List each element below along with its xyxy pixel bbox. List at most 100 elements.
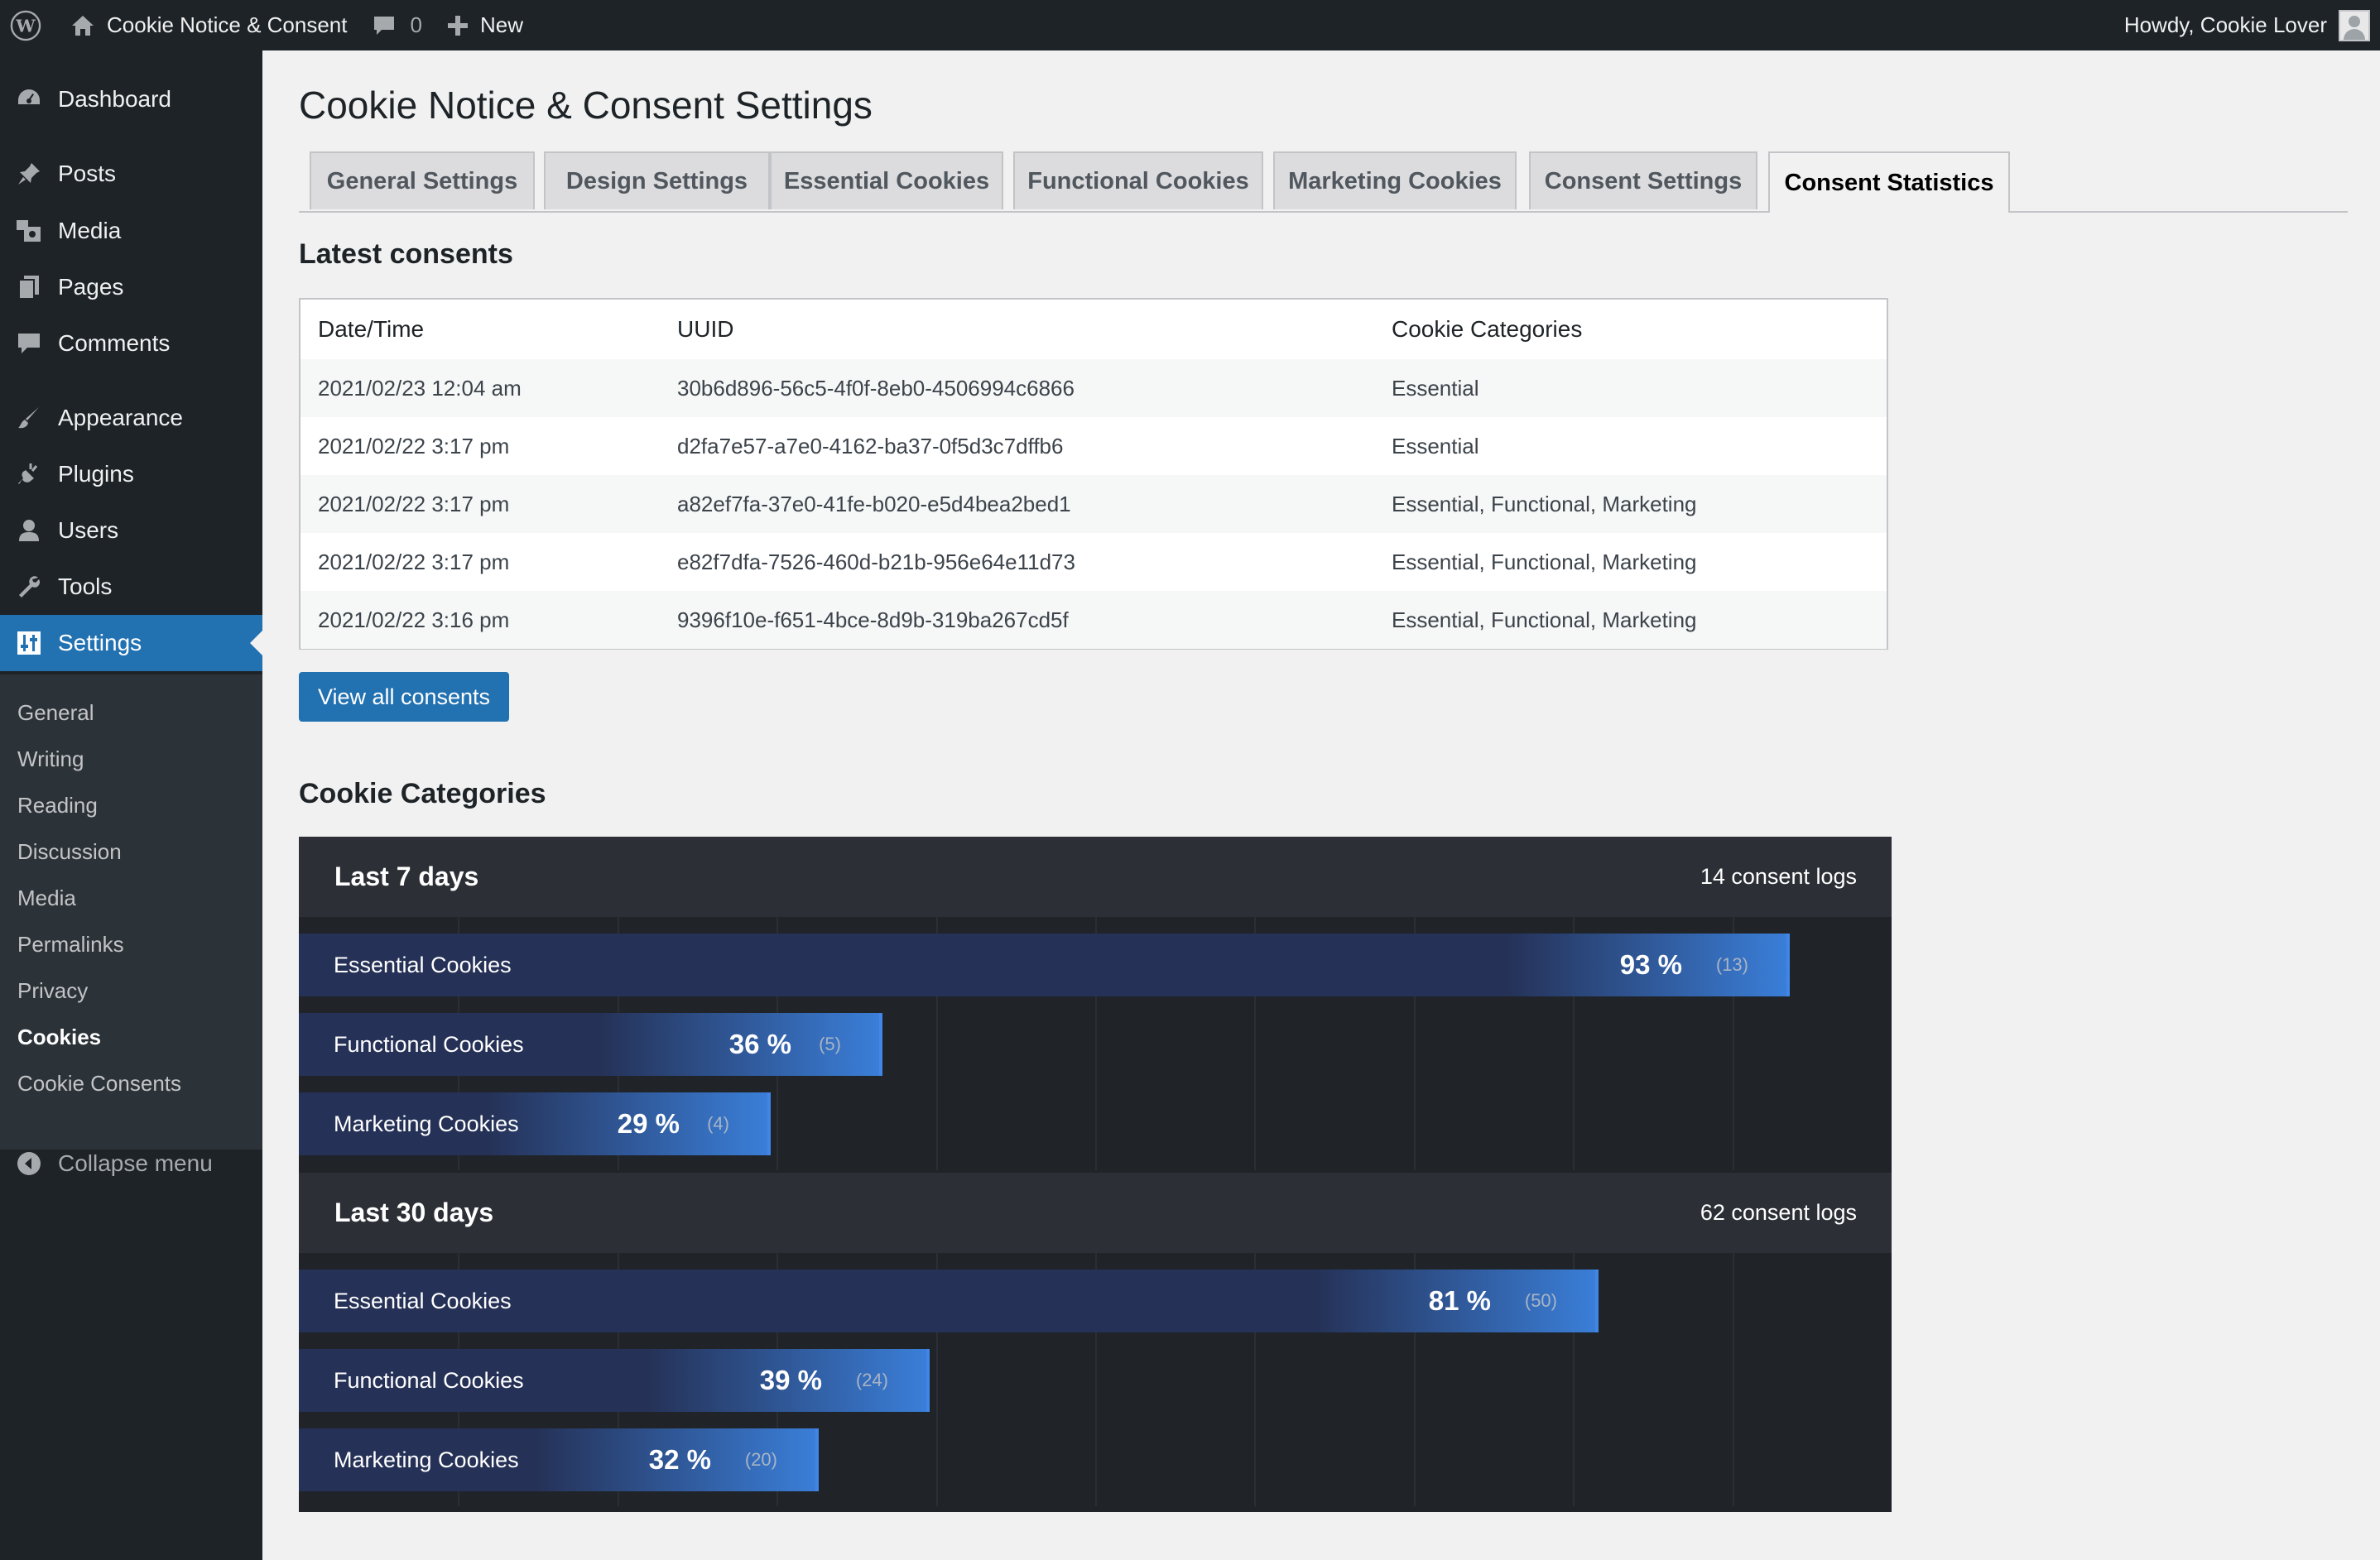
comments-link[interactable]: 0 <box>359 0 434 50</box>
category-bar-count: (20) <box>744 1449 777 1470</box>
sidebar-item-plugins[interactable]: Plugins <box>0 449 262 500</box>
category-bar-count: (5) <box>819 1034 841 1054</box>
comment-bubble-icon <box>374 16 395 35</box>
admin-sidebar: Dashboard Posts Media Pages Comments App… <box>0 50 262 1560</box>
category-bar: Essential Cookies (13) 93 % <box>299 934 1790 996</box>
submenu-item-general[interactable]: General <box>17 700 94 726</box>
row-datetime: 2021/02/22 3:17 pm <box>318 491 510 516</box>
tab-functional-cookies[interactable]: Functional Cookies <box>1013 151 1263 209</box>
home-icon <box>72 15 94 36</box>
collapse-arrow-icon <box>0 1150 58 1177</box>
settings-icon <box>0 631 58 655</box>
cookie-categories-heading: Cookie Categories <box>299 778 546 809</box>
comment-icon <box>0 330 58 357</box>
sidebar-item-media[interactable]: Media <box>0 205 262 257</box>
collapse-menu-label: Collapse menu <box>58 1150 213 1176</box>
category-bar: Marketing Cookies (4) 29 % <box>299 1092 771 1155</box>
sidebar-item-settings[interactable]: Settings <box>0 615 262 671</box>
wordpress-logo-icon[interactable]: W <box>0 0 58 50</box>
new-content-link[interactable]: New <box>435 0 536 50</box>
site-name-link[interactable]: Cookie Notice & Consent <box>58 0 359 50</box>
row-categories: Essential, Functional, Marketing <box>1392 491 1697 516</box>
collapse-menu-button[interactable]: Collapse menu <box>0 1138 262 1189</box>
submenu-item-writing[interactable]: Writing <box>17 746 84 772</box>
sidebar-item-label: Appearance <box>58 405 184 430</box>
table-row: 2021/02/23 12:04 am 30b6d896-56c5-4f0f-8… <box>301 359 1887 417</box>
table-row: 2021/02/22 3:17 pm e82f7dfa-7526-460d-b2… <box>301 533 1887 591</box>
sidebar-item-label: Comments <box>58 330 171 356</box>
category-bar-label: Marketing Cookies <box>334 1447 519 1472</box>
period-title: Last 7 days <box>334 862 479 891</box>
sidebar-item-label: Pages <box>58 274 124 300</box>
category-bar-percent: 39 % <box>759 1365 822 1395</box>
submenu-item-cookie-consents[interactable]: Cookie Consents <box>17 1071 181 1097</box>
sidebar-item-label: Tools <box>58 574 113 599</box>
view-all-consents-button[interactable]: View all consents <box>299 672 509 722</box>
submenu-item-permalinks[interactable]: Permalinks <box>17 932 124 958</box>
sidebar-item-label: Users <box>58 517 119 543</box>
period-header-7-days: Last 7 days 14 consent logs <box>299 837 1892 917</box>
category-bar-label: Marketing Cookies <box>334 1111 519 1136</box>
submenu-item-cookies[interactable]: Cookies <box>17 1025 101 1050</box>
sidebar-item-label: Settings <box>58 630 142 655</box>
row-uuid: 30b6d896-56c5-4f0f-8eb0-4506994c6866 <box>677 375 1075 401</box>
svg-text:W: W <box>15 15 36 36</box>
wrench-icon <box>0 574 58 600</box>
sidebar-item-dashboard[interactable]: Dashboard <box>0 74 262 125</box>
row-datetime: 2021/02/22 3:17 pm <box>318 433 510 458</box>
period-chart-30-days: Essential Cookies (50) 81 % Functional Cook… <box>299 1253 1892 1506</box>
sidebar-item-pages[interactable]: Pages <box>0 262 262 313</box>
category-bar-count: (24) <box>855 1370 888 1390</box>
submenu-item-media[interactable]: Media <box>17 886 76 911</box>
row-categories: Essential, Functional, Marketing <box>1392 607 1697 632</box>
page-title: Cookie Notice & Consent Settings <box>299 84 873 127</box>
period-header-30-days: Last 30 days 62 consent logs <box>299 1173 1892 1253</box>
table-header-row: Date/Time UUID Cookie Categories <box>301 300 1887 361</box>
comments-count: 0 <box>410 12 422 37</box>
current-menu-arrow <box>250 631 262 655</box>
pages-icon <box>0 274 58 300</box>
cookie-categories-stats: Last 7 days 14 consent logs Essential Co… <box>299 837 1892 1512</box>
period-chart-7-days: Essential Cookies (13) 93 % Functional Cook… <box>299 917 1892 1170</box>
category-bar: Essential Cookies (50) 81 % <box>299 1270 1599 1332</box>
tab-general-settings[interactable]: General Settings <box>310 151 535 209</box>
sidebar-item-posts[interactable]: Posts <box>0 148 262 199</box>
sidebar-item-label: Media <box>58 218 122 243</box>
submenu-item-privacy[interactable]: Privacy <box>17 978 88 1004</box>
category-bar-percent: 93 % <box>1619 949 1682 980</box>
tab-design-settings[interactable]: Design Settings <box>544 151 770 209</box>
settings-tabs: General Settings Design Settings Essenti… <box>299 151 2348 213</box>
media-icon <box>0 218 58 244</box>
dashboard-icon <box>0 86 58 113</box>
plug-icon <box>0 461 58 487</box>
howdy-text: Howdy, Cookie Lover <box>2123 12 2327 37</box>
new-label: New <box>479 12 523 37</box>
category-bar-count: (50) <box>1524 1290 1557 1311</box>
settings-submenu: General Writing Reading Discussion Media… <box>0 674 262 1150</box>
period-log-count: 14 consent logs <box>1700 864 1857 889</box>
tab-consent-settings[interactable]: Consent Settings <box>1529 151 1757 209</box>
column-header-categories: Cookie Categories <box>1392 316 1583 342</box>
user-icon <box>0 517 58 544</box>
sidebar-item-tools[interactable]: Tools <box>0 561 262 612</box>
submenu-item-discussion[interactable]: Discussion <box>17 839 122 865</box>
pin-icon <box>0 161 58 187</box>
category-bar-label: Functional Cookies <box>334 1367 524 1393</box>
sidebar-item-comments[interactable]: Comments <box>0 318 262 369</box>
sidebar-item-appearance[interactable]: Appearance <box>0 392 262 444</box>
category-bar: Functional Cookies (24) 39 % <box>299 1349 930 1412</box>
tab-essential-cookies[interactable]: Essential Cookies <box>770 151 1003 209</box>
submenu-item-reading[interactable]: Reading <box>17 793 98 818</box>
tab-consent-statistics[interactable]: Consent Statistics <box>1768 151 2010 213</box>
tab-marketing-cookies[interactable]: Marketing Cookies <box>1273 151 1517 209</box>
sidebar-item-label: Plugins <box>58 461 134 487</box>
row-datetime: 2021/02/22 3:16 pm <box>318 607 510 632</box>
row-categories: Essential <box>1392 375 1479 401</box>
category-bar-label: Essential Cookies <box>334 952 512 977</box>
avatar <box>2339 9 2370 41</box>
row-categories: Essential <box>1392 433 1479 458</box>
account-menu[interactable]: Howdy, Cookie Lover <box>2112 0 2380 50</box>
category-bar-count: (13) <box>1715 954 1748 975</box>
sidebar-item-users[interactable]: Users <box>0 505 262 556</box>
table-row: 2021/02/22 3:16 pm 9396f10e-f651-4bce-8d… <box>301 591 1887 649</box>
